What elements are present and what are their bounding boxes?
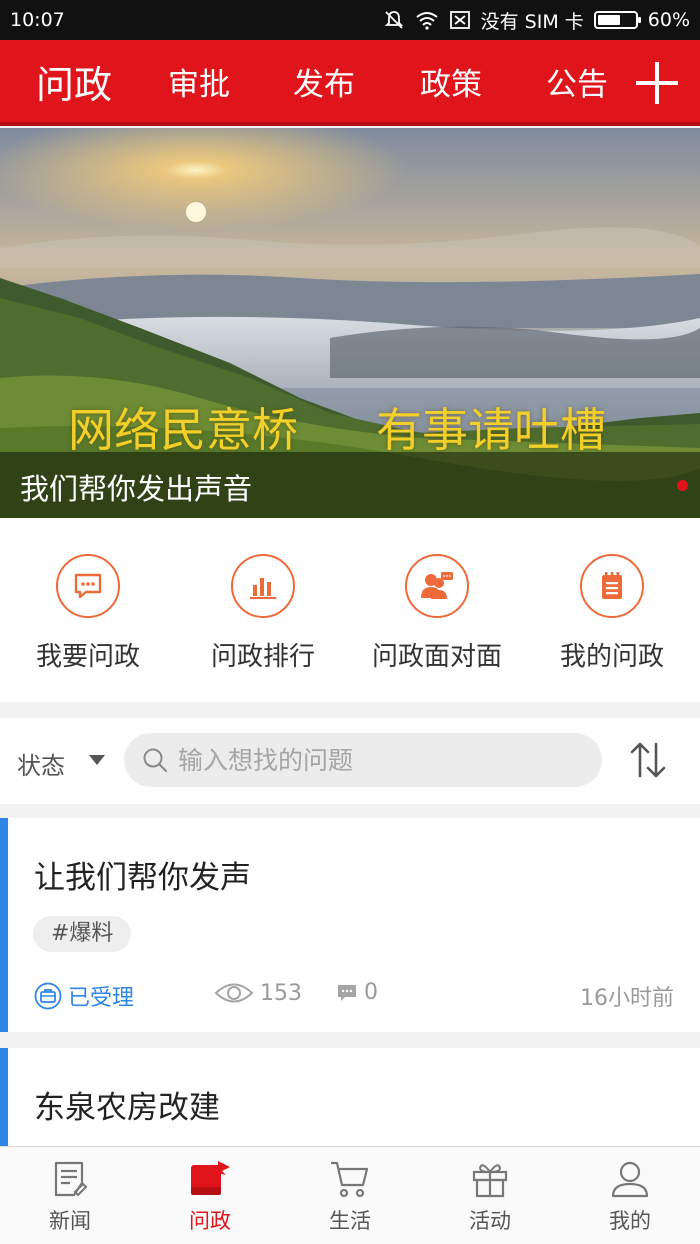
nav-activity-label: 活动 (469, 1209, 511, 1233)
post-tag[interactable]: #爆料 (33, 916, 132, 952)
post-meta: 已受理 153 0 16小时前 (34, 980, 674, 1014)
banner-slogan-right: 有事请吐槽 (376, 403, 606, 457)
post-card[interactable]: 东泉农房改建 (0, 1048, 700, 1158)
nav-wenzheng[interactable]: 问政 (140, 1159, 280, 1235)
search-box[interactable] (124, 733, 602, 787)
tab-wenzheng[interactable]: 问政 (36, 54, 112, 109)
nav-life[interactable]: 生活 (280, 1159, 420, 1235)
wifi-icon (416, 12, 438, 30)
quick-actions: 我要问政 问政排行 问政面对面 我的问政 (0, 518, 700, 702)
user-icon (611, 1161, 649, 1198)
wenzheng-icon (191, 1161, 230, 1195)
post-card[interactable]: 让我们帮你发声 #爆料 已受理 153 0 16小时前 (0, 818, 700, 1032)
nav-life-label: 生活 (329, 1209, 371, 1233)
eye-icon (214, 983, 254, 1003)
chevron-down-icon[interactable] (89, 755, 105, 765)
quick-ask-question[interactable]: 我要问政 (8, 554, 168, 673)
battery-icon (593, 11, 641, 29)
search-input[interactable] (178, 745, 578, 775)
mute-bell-icon (384, 11, 403, 29)
nav-news-label: 新闻 (49, 1209, 91, 1233)
tab-gonggao[interactable]: 公告 (546, 59, 608, 104)
sim-status-text: 没有 SIM 卡 (480, 10, 584, 33)
post-title: 东泉农房改建 (34, 1090, 220, 1126)
sort-icon[interactable] (624, 736, 672, 784)
bar-chart-icon (231, 554, 295, 618)
add-icon[interactable] (636, 62, 678, 104)
banner-carousel[interactable]: 网络民意桥 有事请吐槽 我们帮你发出声音 (0, 128, 700, 518)
banner-caption-bar: 我们帮你发出声音 (0, 452, 700, 518)
status-bar: 10:07 没有 SIM 卡 60% (0, 0, 700, 40)
post-title: 让我们帮你发声 (34, 860, 251, 896)
battery-fill (597, 15, 620, 25)
post-status-text: 已受理 (68, 986, 135, 1011)
comment-icon (338, 984, 356, 1001)
bottom-nav: 新闻 问政 生活 活动 我的 (0, 1146, 700, 1244)
quick-my-questions[interactable]: 我的问政 (532, 554, 692, 673)
quick-ranking-label: 问政排行 (210, 642, 315, 672)
post-time: 16小时前 (580, 986, 674, 1011)
gift-icon (472, 1164, 508, 1198)
quick-ask-label: 我要问政 (35, 642, 140, 672)
quick-face-to-face-label: 问政面对面 (371, 642, 502, 672)
banner-caption: 我们帮你发出声音 (20, 472, 253, 506)
post-comments: 0 (336, 980, 378, 1005)
post-status: 已受理 (34, 980, 134, 1012)
notepad-icon (580, 554, 644, 618)
chat-bubble-icon (56, 554, 120, 618)
quick-face-to-face[interactable]: 问政面对面 (357, 554, 517, 673)
top-tab-bar: 问政 审批 发布 政策 公告 (0, 40, 700, 126)
news-icon (54, 1161, 88, 1197)
tab-fabu[interactable]: 发布 (293, 59, 355, 104)
people-chat-icon (405, 554, 469, 618)
tab-shenpi[interactable]: 审批 (168, 59, 230, 104)
card-accent-bar (0, 818, 8, 1032)
nav-news[interactable]: 新闻 (0, 1159, 140, 1235)
banner-slogan-left: 网络民意桥 (68, 403, 298, 457)
nav-wenzheng-label: 问政 (189, 1209, 231, 1233)
filter-bar: 状态 (0, 718, 700, 804)
no-sim-icon (449, 11, 470, 29)
search-icon (143, 748, 168, 773)
quick-my-questions-label: 我的问政 (559, 642, 664, 672)
quick-ranking[interactable]: 问政排行 (183, 554, 343, 673)
carousel-indicator-dot[interactable] (677, 480, 688, 491)
nav-activity[interactable]: 活动 (420, 1159, 560, 1235)
status-icons: 没有 SIM 卡 60% (383, 7, 690, 34)
post-comments-count: 0 (364, 980, 378, 1005)
accepted-status-icon (34, 982, 62, 1010)
status-time: 10:07 (10, 9, 65, 31)
status-filter-label[interactable]: 状态 (17, 746, 65, 781)
post-views: 153 (214, 980, 302, 1006)
nav-mine[interactable]: 我的 (560, 1159, 700, 1235)
tab-zhengce[interactable]: 政策 (420, 59, 482, 104)
card-accent-bar (0, 1048, 8, 1158)
battery-percent: 60% (647, 9, 690, 31)
nav-mine-label: 我的 (609, 1209, 651, 1233)
app-screen: 10:07 没有 SIM 卡 60% 问政 审批 发布 政策 公告 网络民意桥 … (0, 0, 700, 1244)
shopping-cart-icon (331, 1161, 369, 1198)
post-views-count: 153 (260, 980, 302, 1006)
